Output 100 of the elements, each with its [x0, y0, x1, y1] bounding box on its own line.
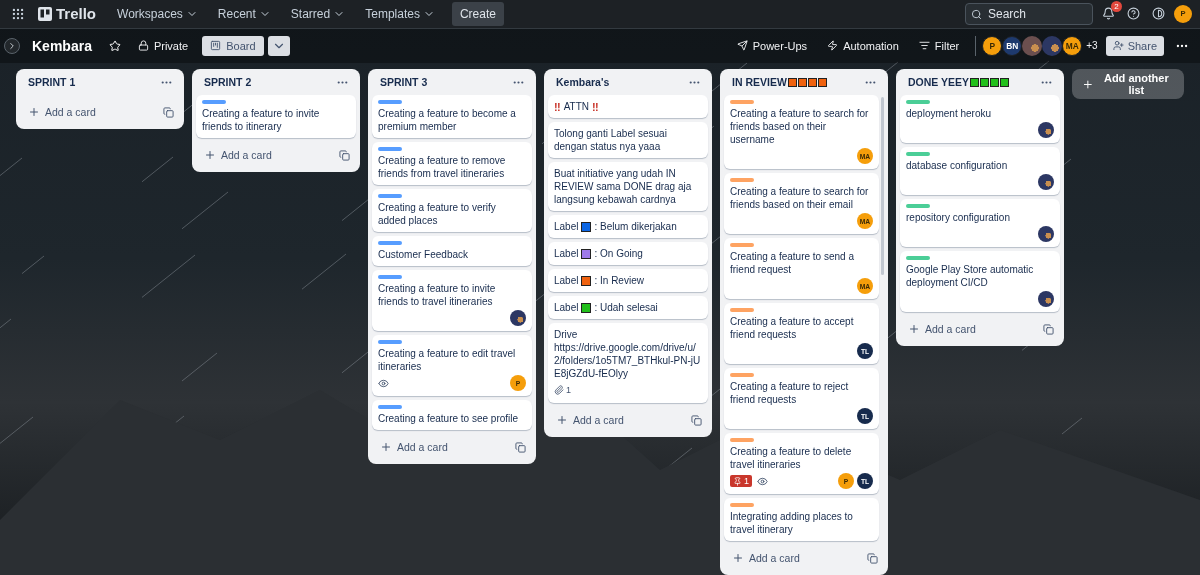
list-title[interactable]: SPRINT 3	[380, 76, 428, 88]
card[interactable]: Tolong ganti Label sesuai dengan status nya yaaa	[548, 122, 708, 158]
card[interactable]: Buat initiative yang udah IN REVIEW sama DONE drag aja langsung kebawah cardnya	[548, 162, 708, 211]
card-title: Creating a feature to accept friend requests	[730, 315, 855, 341]
card-title: Creating a feature to invite friends to itinerary	[202, 107, 321, 133]
member-avatar[interactable]: P	[982, 35, 1003, 56]
power-ups-button[interactable]: Power-Ups	[730, 35, 814, 56]
sidebar-toggle[interactable]	[4, 37, 20, 54]
app-name[interactable]: Trello	[56, 5, 96, 23]
card[interactable]: Customer Feedback	[372, 236, 532, 266]
card-caption: : In Review	[594, 274, 644, 287]
member-avatar[interactable]: BN	[1002, 35, 1023, 56]
member-avatar-image[interactable]	[1038, 226, 1054, 242]
card[interactable]: Google Play Store automatic deployment CI/CD	[900, 251, 1060, 312]
nav-menu-button[interactable]: Workspaces	[110, 2, 205, 25]
nav-menu-button[interactable]: Starred	[283, 2, 353, 25]
card-label[interactable]	[202, 100, 226, 104]
scrollbar[interactable]	[881, 97, 884, 276]
card-title: Drive	[554, 328, 579, 341]
card[interactable]: Label : Belum dikerjakan	[548, 215, 708, 238]
card-label[interactable]	[730, 178, 754, 182]
card-label[interactable]	[730, 243, 754, 247]
card-label[interactable]	[730, 373, 754, 377]
card-label[interactable]	[378, 147, 402, 151]
card[interactable]: Creating a feature to become a premium member	[372, 95, 532, 138]
automation-button[interactable]: Automation	[821, 35, 905, 56]
card[interactable]: Creating a feature to invite friends to itinerary	[196, 95, 356, 138]
card-label[interactable]	[906, 204, 930, 208]
template-icon[interactable]	[163, 106, 174, 118]
card-label[interactable]	[378, 194, 402, 198]
card[interactable]: Creating a feature to see profile	[372, 400, 532, 430]
member-avatar-image[interactable]	[1038, 291, 1054, 307]
add-card-button[interactable]: Add a card	[372, 434, 532, 460]
card-title: Creating a feature to invite friends to travel itineraries	[378, 282, 497, 308]
card[interactable]: ‼ ATTN ‼	[548, 95, 708, 118]
search-field[interactable]: Search	[965, 2, 1093, 25]
add-card-button[interactable]: Add a card	[548, 407, 708, 433]
pin-badge: 1	[730, 475, 752, 487]
card-title: Creating a feature to become a premium member	[378, 107, 517, 133]
filter-button[interactable]: Filter	[912, 35, 966, 56]
template-icon[interactable]	[339, 149, 350, 161]
view-dropdown-button[interactable]	[267, 35, 290, 56]
card[interactable]: Creating a feature to remove friends from travel itineraries	[372, 142, 532, 185]
nav-menu-button[interactable]: Templates	[358, 2, 442, 25]
member-avatar-image[interactable]	[510, 310, 526, 326]
member-avatar-image[interactable]	[1022, 35, 1043, 56]
board-title[interactable]: Kembara	[32, 37, 92, 54]
list-title[interactable]: DONE YEEY	[908, 76, 970, 88]
card[interactable]: Label : Udah selesai	[548, 296, 708, 319]
member-avatar-image[interactable]	[1042, 35, 1063, 56]
card-label[interactable]	[906, 256, 930, 260]
card-label[interactable]	[378, 340, 402, 344]
card-label[interactable]	[730, 438, 754, 442]
create-button[interactable]: Create	[451, 1, 504, 26]
list-title[interactable]: SPRINT 1	[28, 76, 76, 88]
add-card-button[interactable]: Add a card	[724, 545, 884, 571]
share-button[interactable]: Share	[1105, 35, 1164, 56]
add-card-button[interactable]: Add a card	[900, 316, 1060, 342]
template-icon[interactable]	[1043, 323, 1054, 335]
visibility-button[interactable]: Private	[131, 35, 195, 56]
card-title: Tolong ganti Label sesuai dengan status nya yaaa	[554, 127, 668, 153]
card-label[interactable]	[378, 275, 402, 279]
card-title: Creating a feature to see profile	[378, 412, 520, 425]
card[interactable]: Creating a feature to invite friends to travel itineraries	[372, 270, 532, 331]
card-label[interactable]	[906, 152, 930, 156]
member-avatar[interactable]: MA	[1062, 35, 1083, 56]
card-title: Buat initiative yang udah IN REVIEW sama DONE drag aja langsung kebawah cardnya	[554, 167, 693, 206]
more-members-count[interactable]: +3	[1086, 40, 1098, 52]
list-title[interactable]: Kembara's	[556, 76, 610, 88]
add-list-button[interactable]: Add another list	[1072, 69, 1184, 99]
card-title: Creating a feature to reject friend requests	[730, 380, 850, 406]
template-icon[interactable]	[515, 441, 526, 453]
nav-menu-button[interactable]: Recent	[210, 2, 278, 25]
card-label[interactable]	[378, 405, 402, 409]
board-view-tab[interactable]: Board	[202, 35, 264, 56]
card[interactable]: deployment heroku	[900, 95, 1060, 143]
card[interactable]: database configuration	[900, 147, 1060, 195]
card[interactable]: Label : On Going	[548, 242, 708, 265]
template-icon[interactable]	[867, 552, 878, 564]
card[interactable]: Creating a feature to verify added places	[372, 189, 532, 232]
member-avatar-image[interactable]	[1038, 174, 1054, 190]
paper-plane-icon	[736, 40, 748, 52]
card-label[interactable]	[378, 241, 402, 245]
card[interactable]: Integrating adding places to travel itinerary	[724, 498, 879, 541]
add-card-button[interactable]: Add a card	[20, 99, 180, 125]
card-label[interactable]	[730, 308, 754, 312]
card-label[interactable]	[378, 100, 402, 104]
card[interactable]: Label : In Review	[548, 269, 708, 292]
list-title[interactable]: SPRINT 2	[204, 76, 252, 88]
template-icon[interactable]	[691, 414, 702, 426]
member-avatar-image[interactable]	[1038, 122, 1054, 138]
list-title[interactable]: IN REVIEW	[732, 76, 787, 88]
card[interactable]: Drive https://drive.google.com/drive/u/2/folders/1o5TM7_BTHkul-PN-jUE8jGZdU-fEOlyy 1	[548, 323, 708, 403]
card-label[interactable]	[730, 100, 754, 104]
filter-icon	[918, 40, 930, 52]
card-label[interactable]	[906, 100, 930, 104]
add-card-button[interactable]: Add a card	[196, 142, 356, 168]
card-label[interactable]	[730, 503, 754, 507]
card[interactable]: repository configuration	[900, 199, 1060, 247]
card-title: Creating a feature to remove friends from travel itineraries	[378, 154, 507, 180]
